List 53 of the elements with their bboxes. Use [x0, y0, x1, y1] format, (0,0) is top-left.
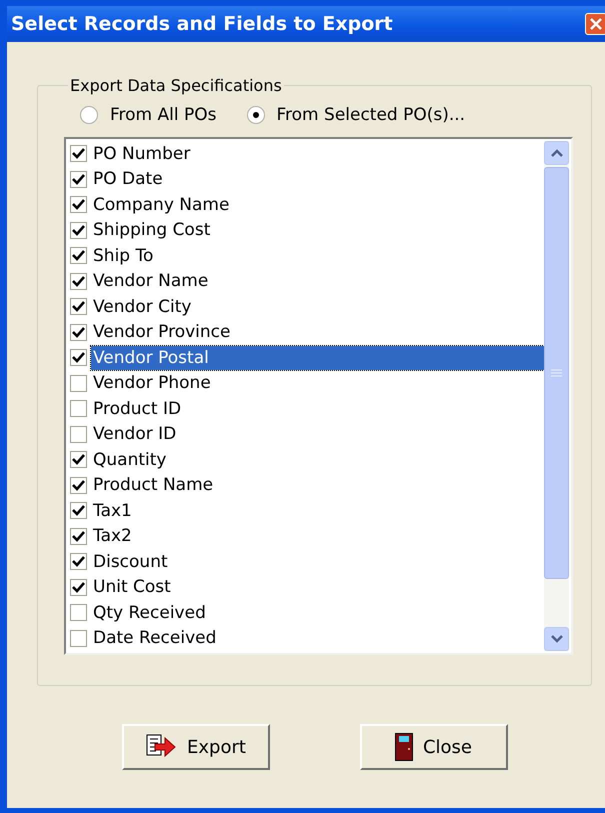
- field-item[interactable]: Vendor Postal: [91, 346, 544, 370]
- checkbox[interactable]: [70, 604, 87, 622]
- field-item[interactable]: PO Date: [91, 167, 544, 192]
- radio-option[interactable]: From All POs: [80, 105, 216, 125]
- checkbox[interactable]: [70, 324, 87, 341]
- field-item[interactable]: Quantity: [91, 448, 544, 472]
- group-legend: Export Data Specifications: [68, 76, 284, 95]
- checkbox[interactable]: [70, 222, 87, 239]
- field-item[interactable]: Tax1: [91, 498, 544, 523]
- field-item[interactable]: Discount: [91, 550, 544, 574]
- export-button[interactable]: Export: [122, 724, 270, 770]
- checkbox[interactable]: [70, 272, 87, 290]
- checkbox[interactable]: [70, 145, 87, 162]
- field-item[interactable]: Company Name: [91, 192, 544, 217]
- scroll-thumb[interactable]: [544, 167, 569, 579]
- field-item[interactable]: Vendor ID: [91, 422, 544, 446]
- field-item[interactable]: Vendor Province: [91, 320, 544, 344]
- field-item[interactable]: PO Number: [91, 142, 544, 166]
- field-item[interactable]: Product Name: [91, 473, 544, 498]
- checkbox[interactable]: [70, 170, 87, 188]
- field-item[interactable]: Ship To: [91, 244, 544, 268]
- field-item[interactable]: Date Received: [91, 626, 544, 650]
- window-title: Select Records and Fields to Export: [11, 13, 393, 35]
- field-item[interactable]: Shipping Cost: [91, 218, 544, 242]
- checkbox[interactable]: [70, 502, 87, 520]
- door-icon: [394, 733, 413, 761]
- close-button[interactable]: Close: [360, 724, 508, 770]
- field-item[interactable]: Tax2: [91, 524, 544, 548]
- field-item[interactable]: Qty Received: [91, 600, 544, 625]
- field-item[interactable]: Product ID: [91, 396, 544, 421]
- field-item[interactable]: Vendor City: [91, 294, 544, 319]
- checkbox[interactable]: [70, 374, 87, 392]
- scroll-down-icon[interactable]: [544, 627, 569, 651]
- field-item[interactable]: Unit Cost: [91, 575, 544, 600]
- checkbox[interactable]: [70, 553, 87, 570]
- close-icon[interactable]: [585, 13, 605, 35]
- checkbox[interactable]: [70, 451, 87, 468]
- checkbox[interactable]: [70, 196, 87, 214]
- field-item[interactable]: Vendor Name: [91, 269, 544, 294]
- checkbox[interactable]: [70, 400, 87, 418]
- checkbox[interactable]: [70, 476, 87, 494]
- document-arrow-icon: [145, 734, 178, 760]
- checkbox[interactable]: [70, 247, 87, 264]
- checkbox[interactable]: [70, 578, 87, 596]
- checkbox[interactable]: [70, 298, 87, 316]
- checkbox[interactable]: [70, 528, 87, 545]
- radio-option[interactable]: From Selected PO(s)...: [246, 105, 466, 125]
- checkbox[interactable]: [70, 349, 87, 366]
- field-item[interactable]: Vendor Phone: [91, 371, 544, 396]
- checkbox[interactable]: [70, 426, 87, 443]
- scroll-up-icon[interactable]: [544, 141, 569, 165]
- checkbox[interactable]: [70, 630, 87, 647]
- scrollbar[interactable]: [544, 141, 569, 651]
